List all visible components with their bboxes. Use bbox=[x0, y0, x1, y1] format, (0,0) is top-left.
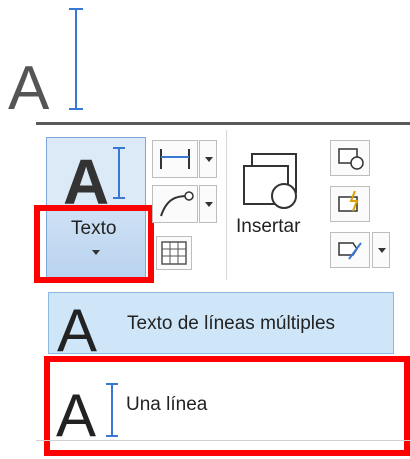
linear-dimension-button[interactable] bbox=[152, 140, 198, 178]
leader-button[interactable] bbox=[152, 185, 198, 223]
edit-block-button[interactable] bbox=[330, 186, 370, 222]
chevron-down-icon bbox=[205, 202, 213, 207]
create-block-icon bbox=[338, 148, 364, 170]
text-large-A-icon: A bbox=[63, 146, 125, 218]
texto-highlight-box bbox=[34, 205, 154, 283]
menu-item-label: Texto de líneas múltiples bbox=[127, 313, 336, 334]
svg-text:A: A bbox=[63, 146, 109, 208]
menu-item-multiline-text[interactable]: A Texto de líneas múltiples bbox=[48, 292, 394, 355]
insertar-button[interactable]: Insertar bbox=[234, 136, 318, 266]
single-line-text-preview-icon: A bbox=[6, 4, 86, 123]
edit-attributes-button[interactable] bbox=[330, 232, 370, 268]
texto-button-top[interactable]: A bbox=[46, 137, 146, 218]
edit-block-icon bbox=[338, 190, 359, 212]
leader-dropdown[interactable] bbox=[199, 185, 217, 223]
insertar-label: Insertar bbox=[236, 216, 301, 237]
chevron-down-icon bbox=[205, 157, 213, 162]
linear-dimension-dropdown[interactable] bbox=[199, 140, 217, 178]
chevron-down-icon bbox=[378, 248, 386, 253]
single-line-text-icon: A bbox=[8, 8, 83, 123]
table-icon bbox=[161, 241, 187, 265]
multiline-text-icon: A bbox=[57, 297, 97, 355]
linear-dimension-icon bbox=[160, 149, 190, 169]
edit-attributes-icon bbox=[338, 242, 362, 260]
svg-text:A: A bbox=[8, 54, 50, 116]
create-block-button[interactable] bbox=[330, 140, 370, 176]
edit-attributes-dropdown[interactable] bbox=[372, 232, 390, 268]
insert-block-icon bbox=[243, 153, 297, 209]
una-linea-highlight-box bbox=[44, 356, 410, 456]
table-button[interactable] bbox=[156, 236, 192, 270]
ruler-line bbox=[36, 440, 410, 441]
leader-icon bbox=[160, 191, 194, 217]
ribbon-separator bbox=[226, 130, 227, 280]
svg-text:A: A bbox=[57, 297, 97, 355]
